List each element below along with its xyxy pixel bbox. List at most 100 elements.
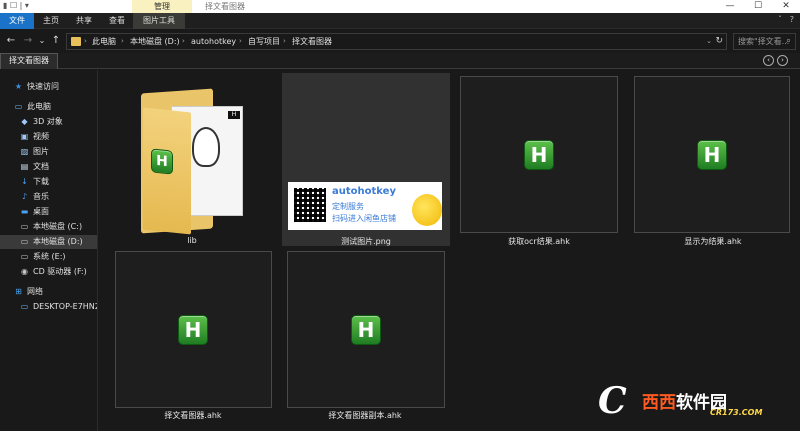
script-thumbnail: H xyxy=(634,76,790,233)
file-tile-script[interactable]: H 显示为结果.ahk xyxy=(632,75,794,247)
sidebar-item[interactable]: ▭ 此电脑 xyxy=(0,100,97,114)
file-tile-folder[interactable]: H H lib xyxy=(112,75,272,247)
sidebar-item[interactable]: ◉ CD 驱动器 (F:) xyxy=(0,265,97,279)
sidebar-item-label: 系统 (E:) xyxy=(33,252,66,261)
file-name: 获取ocr结果.ahk xyxy=(508,237,570,246)
minimize-button[interactable]: — xyxy=(716,0,744,13)
refresh-icon[interactable]: ↻ xyxy=(715,34,723,49)
sidebar-item-label: CD 驱动器 (F:) xyxy=(33,267,87,276)
watermark-brand: 西西 xyxy=(642,393,676,413)
ribbon-controls: ˇ ? xyxy=(778,15,794,24)
breadcrumb-drive-d[interactable]: 本地磁盘 (D:) xyxy=(130,34,180,49)
sidebar-item-label: 视频 xyxy=(33,132,49,141)
video-icon: ▣ xyxy=(20,132,29,141)
sidebar-item[interactable]: ▭ 系统 (E:) xyxy=(0,250,97,264)
tab-prev-icon[interactable]: ‹ xyxy=(763,55,774,66)
tab-picture-tools[interactable]: 图片工具 xyxy=(133,13,185,29)
sidebar-item[interactable]: ★ 快速访问 xyxy=(0,80,97,94)
breadcrumb-this-pc[interactable]: 此电脑 xyxy=(92,34,116,49)
maximize-button[interactable]: ☐ xyxy=(744,0,772,13)
ribbon-collapse-icon[interactable]: ˇ xyxy=(778,15,782,24)
sidebar-item-label: 桌面 xyxy=(33,207,49,216)
sidebar-item[interactable]: ▨ 图片 xyxy=(0,145,97,159)
sidebar-item[interactable]: ↓ 下载 xyxy=(0,175,97,189)
file-view: H H lib autohotkey 定制服务 扫码进入闲鱼店铺 测试图片.pn… xyxy=(100,70,800,431)
script-thumbnail: H xyxy=(115,251,272,408)
file-tile-script[interactable]: H 获取ocr结果.ahk xyxy=(458,75,620,247)
qr-code xyxy=(294,188,326,222)
sidebar-item[interactable]: ♪ 音乐 xyxy=(0,190,97,204)
autohotkey-icon: H xyxy=(178,315,208,345)
folder-front: H xyxy=(143,107,191,235)
breadcrumb-current-folder[interactable]: 择文看图器 xyxy=(292,34,332,49)
tab-file[interactable]: 文件 xyxy=(0,13,34,29)
sidebar-item[interactable]: ▬ 桌面 xyxy=(0,205,97,219)
sidebar-item[interactable]: ▣ 视频 xyxy=(0,130,97,144)
file-tile-script[interactable]: H 择文看图器副本.ahk xyxy=(284,250,446,422)
star-icon: ★ xyxy=(14,82,23,91)
context-tab-manage[interactable]: 管理 xyxy=(132,0,192,13)
computer-icon: ▭ xyxy=(14,102,23,111)
forward-button[interactable]: → xyxy=(22,34,34,48)
recent-locations-button[interactable]: ⌄ xyxy=(36,34,48,48)
tab-view[interactable]: 查看 xyxy=(102,13,132,29)
file-name: lib xyxy=(187,236,197,245)
chevron-right-icon[interactable]: › xyxy=(239,34,242,49)
sidebar-item[interactable]: ◆ 3D 对象 xyxy=(0,115,97,129)
sidebar-item[interactable]: ▭ 本地磁盘 (D:) xyxy=(0,235,97,249)
document-icon: ▤ xyxy=(20,162,29,171)
file-name: 显示为结果.ahk xyxy=(684,237,742,246)
chevron-right-icon[interactable]: › xyxy=(283,34,286,49)
drive-icon: ▭ xyxy=(20,237,29,246)
file-name: 测试图片.png xyxy=(341,237,391,246)
file-name: 择文看图器.ahk xyxy=(164,411,222,420)
cd-drive-icon: ◉ xyxy=(21,267,28,276)
autohotkey-icon: H xyxy=(351,315,381,345)
tab-current-folder[interactable]: 择文看图器 xyxy=(0,53,58,69)
search-placeholder: 搜索"择文看... xyxy=(738,37,790,46)
sidebar-item-label: 音乐 xyxy=(33,192,49,201)
watermark-logo: C xyxy=(598,380,627,422)
tab-next-icon[interactable]: › xyxy=(777,55,788,66)
quick-access-toolbar[interactable]: ▮ ☐ | ▾ xyxy=(3,1,29,10)
address-toolbar: ← → ⌄ ↑ › 此电脑 › 本地磁盘 (D:) › autohotkey ›… xyxy=(0,30,800,52)
chevron-right-icon[interactable]: › xyxy=(121,34,124,49)
script-thumbnail: H xyxy=(287,251,445,408)
sidebar-item-label: 图片 xyxy=(33,147,49,156)
picture-icon: ▨ xyxy=(20,147,29,156)
file-name: 择文看图器副本.ahk xyxy=(328,411,402,420)
breadcrumb-autohotkey[interactable]: autohotkey xyxy=(191,34,236,49)
up-button[interactable]: ↑ xyxy=(50,34,62,48)
tab-home[interactable]: 主页 xyxy=(36,13,66,29)
file-tile-script[interactable]: H 择文看图器.ahk xyxy=(112,250,274,422)
tab-share[interactable]: 共享 xyxy=(69,13,99,29)
chevron-right-icon[interactable]: › xyxy=(182,34,185,49)
sidebar-item[interactable]: ⊞ 网络 xyxy=(0,285,97,299)
autohotkey-icon: H xyxy=(697,140,727,170)
sidebar-item[interactable]: ▭ DESKTOP-E7HN2I xyxy=(0,300,97,314)
folder-tab-strip: 择文看图器 ‹ › xyxy=(0,53,800,69)
ahk-tag: H xyxy=(228,111,240,119)
banner-line1: 定制服务 xyxy=(332,202,364,211)
folder-icon xyxy=(71,37,81,46)
site-watermark: C 西西软件园 CR173.COM xyxy=(598,380,780,422)
help-icon[interactable]: ? xyxy=(790,15,794,24)
search-icon[interactable]: ⌕ xyxy=(786,34,791,49)
back-button[interactable]: ← xyxy=(5,34,17,48)
address-bar[interactable]: › 此电脑 › 本地磁盘 (D:) › autohotkey › 自写项目 › … xyxy=(66,33,727,50)
search-box[interactable]: 搜索"择文看... ⌕ xyxy=(733,33,796,50)
chevron-right-icon[interactable]: › xyxy=(84,34,87,49)
sidebar-item-label: 文档 xyxy=(33,162,49,171)
sidebar-item[interactable]: ▤ 文档 xyxy=(0,160,97,174)
address-dropdown-icon[interactable]: ⌄ xyxy=(706,34,712,49)
navigation-pane: ★ 快速访问 ▭ 此电脑 ◆ 3D 对象 ▣ 视频 ▨ 图片 ▤ 文档 ↓ 下载 ♪ 音乐 ▬ 桌面 ▭ 本地磁盘 (… xyxy=(0,70,98,431)
sidebar-item[interactable]: ▭ 本地磁盘 (C:) xyxy=(0,220,97,234)
autohotkey-icon: H xyxy=(151,148,173,175)
file-tile-image[interactable]: autohotkey 定制服务 扫码进入闲鱼店铺 测试图片.png xyxy=(282,73,450,246)
close-button[interactable]: ✕ xyxy=(772,0,800,13)
sidebar-item-label: 3D 对象 xyxy=(33,117,63,126)
breadcrumb-own-projects[interactable]: 自写项目 xyxy=(248,34,280,49)
sidebar-item-label: 本地磁盘 (C:) xyxy=(33,222,83,231)
window-title: 择文看图器 xyxy=(205,2,245,11)
desktop-icon: ▬ xyxy=(20,207,29,216)
